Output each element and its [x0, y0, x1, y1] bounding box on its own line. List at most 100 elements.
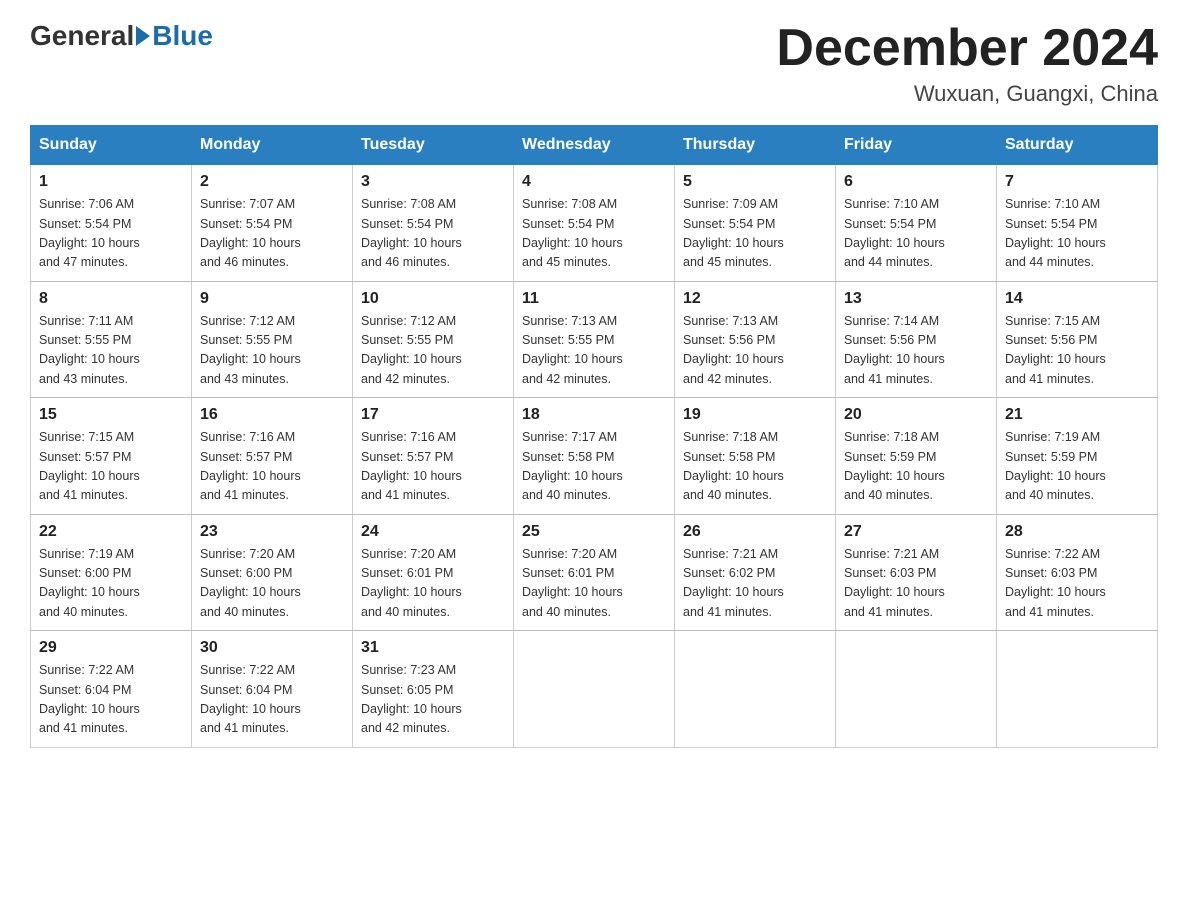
calendar-cell: 23 Sunrise: 7:20 AMSunset: 6:00 PMDayligh… [192, 514, 353, 631]
logo: General Blue [30, 20, 213, 52]
day-info: Sunrise: 7:11 AMSunset: 5:55 PMDaylight:… [39, 312, 183, 390]
calendar-cell: 21Sunrise: 7:19 AMSunset: 5:59 PMDayligh… [997, 398, 1158, 515]
day-info: Sunrise: 7:18 AMSunset: 5:58 PMDaylight:… [683, 428, 827, 506]
logo-blue-text: Blue [152, 20, 213, 52]
week-row-3: 15 Sunrise: 7:15 AMSunset: 5:57 PMDayligh… [31, 398, 1158, 515]
calendar-cell: 31Sunrise: 7:23 AMSunset: 6:05 PMDayligh… [353, 631, 514, 748]
calendar-cell: 8Sunrise: 7:11 AMSunset: 5:55 PMDaylight… [31, 281, 192, 398]
day-info: Sunrise: 7:18 AMSunset: 5:59 PMDaylight:… [844, 428, 988, 506]
day-number: 9 [200, 290, 344, 308]
calendar-cell: 11Sunrise: 7:13 AMSunset: 5:55 PMDayligh… [514, 281, 675, 398]
month-title: December 2024 [776, 20, 1158, 77]
day-number: 21 [1005, 406, 1149, 424]
day-number: 20 [844, 406, 988, 424]
day-info: Sunrise: 7:17 AMSunset: 5:58 PMDaylight:… [522, 428, 666, 506]
calendar-cell: 9 Sunrise: 7:12 AMSunset: 5:55 PMDaylight… [192, 281, 353, 398]
day-number: 4 [522, 173, 666, 191]
day-number: 17 [361, 406, 505, 424]
calendar-cell: 1Sunrise: 7:06 AMSunset: 5:54 PMDaylight… [31, 165, 192, 282]
day-number: 12 [683, 290, 827, 308]
day-number: 18 [522, 406, 666, 424]
day-number: 19 [683, 406, 827, 424]
calendar-cell: 6Sunrise: 7:10 AMSunset: 5:54 PMDaylight… [836, 165, 997, 282]
day-info: Sunrise: 7:16 AMSunset: 5:57 PMDaylight:… [361, 428, 505, 506]
day-number: 24 [361, 523, 505, 541]
logo-arrow-icon [136, 26, 150, 46]
title-area: December 2024 Wuxuan, Guangxi, China [776, 20, 1158, 107]
calendar-table: SundayMondayTuesdayWednesdayThursdayFrid… [30, 125, 1158, 748]
col-header-wednesday: Wednesday [514, 126, 675, 165]
day-info: Sunrise: 7:22 AMSunset: 6:03 PMDaylight:… [1005, 545, 1149, 623]
day-info: Sunrise: 7:12 AMSunset: 5:55 PMDaylight:… [361, 312, 505, 390]
day-info: Sunrise: 7:20 AMSunset: 6:01 PMDaylight:… [361, 545, 505, 623]
day-number: 25 [522, 523, 666, 541]
day-info: Sunrise: 7:20 AMSunset: 6:01 PMDaylight:… [522, 545, 666, 623]
col-header-monday: Monday [192, 126, 353, 165]
calendar-cell: 29 Sunrise: 7:22 AMSunset: 6:04 PMDayligh… [31, 631, 192, 748]
calendar-cell: 7 Sunrise: 7:10 AMSunset: 5:54 PMDaylight… [997, 165, 1158, 282]
day-number: 29 [39, 639, 183, 657]
calendar-cell [836, 631, 997, 748]
header: General Blue December 2024 Wuxuan, Guang… [30, 20, 1158, 107]
day-info: Sunrise: 7:16 AMSunset: 5:57 PMDaylight:… [200, 428, 344, 506]
day-number: 2 [200, 173, 344, 191]
week-row-4: 22 Sunrise: 7:19 AMSunset: 6:00 PMDayligh… [31, 514, 1158, 631]
calendar-cell: 4 Sunrise: 7:08 AMSunset: 5:54 PMDaylight… [514, 165, 675, 282]
calendar-cell: 19 Sunrise: 7:18 AMSunset: 5:58 PMDayligh… [675, 398, 836, 515]
day-info: Sunrise: 7:07 AMSunset: 5:54 PMDaylight:… [200, 195, 344, 273]
calendar-cell: 20 Sunrise: 7:18 AMSunset: 5:59 PMDayligh… [836, 398, 997, 515]
calendar-cell: 24 Sunrise: 7:20 AMSunset: 6:01 PMDayligh… [353, 514, 514, 631]
day-number: 7 [1005, 173, 1149, 191]
day-info: Sunrise: 7:21 AMSunset: 6:02 PMDaylight:… [683, 545, 827, 623]
calendar-cell: 2 Sunrise: 7:07 AMSunset: 5:54 PMDaylight… [192, 165, 353, 282]
day-info: Sunrise: 7:08 AMSunset: 5:54 PMDaylight:… [361, 195, 505, 273]
day-number: 13 [844, 290, 988, 308]
calendar-cell [514, 631, 675, 748]
calendar-cell: 10Sunrise: 7:12 AMSunset: 5:55 PMDayligh… [353, 281, 514, 398]
day-number: 1 [39, 173, 183, 191]
calendar-cell: 15 Sunrise: 7:15 AMSunset: 5:57 PMDayligh… [31, 398, 192, 515]
calendar-cell: 12 Sunrise: 7:13 AMSunset: 5:56 PMDayligh… [675, 281, 836, 398]
location-title: Wuxuan, Guangxi, China [776, 81, 1158, 107]
day-number: 30 [200, 639, 344, 657]
col-header-tuesday: Tuesday [353, 126, 514, 165]
day-info: Sunrise: 7:19 AMSunset: 6:00 PMDaylight:… [39, 545, 183, 623]
day-info: Sunrise: 7:15 AMSunset: 5:57 PMDaylight:… [39, 428, 183, 506]
calendar-cell [675, 631, 836, 748]
calendar-cell: 26 Sunrise: 7:21 AMSunset: 6:02 PMDayligh… [675, 514, 836, 631]
calendar-cell: 14 Sunrise: 7:15 AMSunset: 5:56 PMDayligh… [997, 281, 1158, 398]
day-number: 22 [39, 523, 183, 541]
logo-general-text: General [30, 20, 134, 52]
day-number: 28 [1005, 523, 1149, 541]
calendar-cell: 13 Sunrise: 7:14 AMSunset: 5:56 PMDayligh… [836, 281, 997, 398]
week-row-1: 1Sunrise: 7:06 AMSunset: 5:54 PMDaylight… [31, 165, 1158, 282]
day-info: Sunrise: 7:13 AMSunset: 5:56 PMDaylight:… [683, 312, 827, 390]
calendar-cell: 3Sunrise: 7:08 AMSunset: 5:54 PMDaylight… [353, 165, 514, 282]
day-info: Sunrise: 7:14 AMSunset: 5:56 PMDaylight:… [844, 312, 988, 390]
calendar-cell: 22 Sunrise: 7:19 AMSunset: 6:00 PMDayligh… [31, 514, 192, 631]
day-info: Sunrise: 7:22 AMSunset: 6:04 PMDaylight:… [39, 661, 183, 739]
day-number: 23 [200, 523, 344, 541]
day-info: Sunrise: 7:10 AMSunset: 5:54 PMDaylight:… [1005, 195, 1149, 273]
day-number: 27 [844, 523, 988, 541]
day-number: 6 [844, 173, 988, 191]
day-info: Sunrise: 7:20 AMSunset: 6:00 PMDaylight:… [200, 545, 344, 623]
day-number: 14 [1005, 290, 1149, 308]
day-info: Sunrise: 7:15 AMSunset: 5:56 PMDaylight:… [1005, 312, 1149, 390]
calendar-cell [997, 631, 1158, 748]
calendar-cell: 30Sunrise: 7:22 AMSunset: 6:04 PMDayligh… [192, 631, 353, 748]
day-number: 16 [200, 406, 344, 424]
day-number: 5 [683, 173, 827, 191]
day-number: 26 [683, 523, 827, 541]
calendar-cell: 16 Sunrise: 7:16 AMSunset: 5:57 PMDayligh… [192, 398, 353, 515]
calendar-cell: 27Sunrise: 7:21 AMSunset: 6:03 PMDayligh… [836, 514, 997, 631]
day-info: Sunrise: 7:08 AMSunset: 5:54 PMDaylight:… [522, 195, 666, 273]
calendar-cell: 25 Sunrise: 7:20 AMSunset: 6:01 PMDayligh… [514, 514, 675, 631]
calendar-cell: 17 Sunrise: 7:16 AMSunset: 5:57 PMDayligh… [353, 398, 514, 515]
calendar-cell: 18 Sunrise: 7:17 AMSunset: 5:58 PMDayligh… [514, 398, 675, 515]
day-number: 15 [39, 406, 183, 424]
col-header-sunday: Sunday [31, 126, 192, 165]
day-info: Sunrise: 7:12 AMSunset: 5:55 PMDaylight:… [200, 312, 344, 390]
col-header-saturday: Saturday [997, 126, 1158, 165]
day-info: Sunrise: 7:23 AMSunset: 6:05 PMDaylight:… [361, 661, 505, 739]
